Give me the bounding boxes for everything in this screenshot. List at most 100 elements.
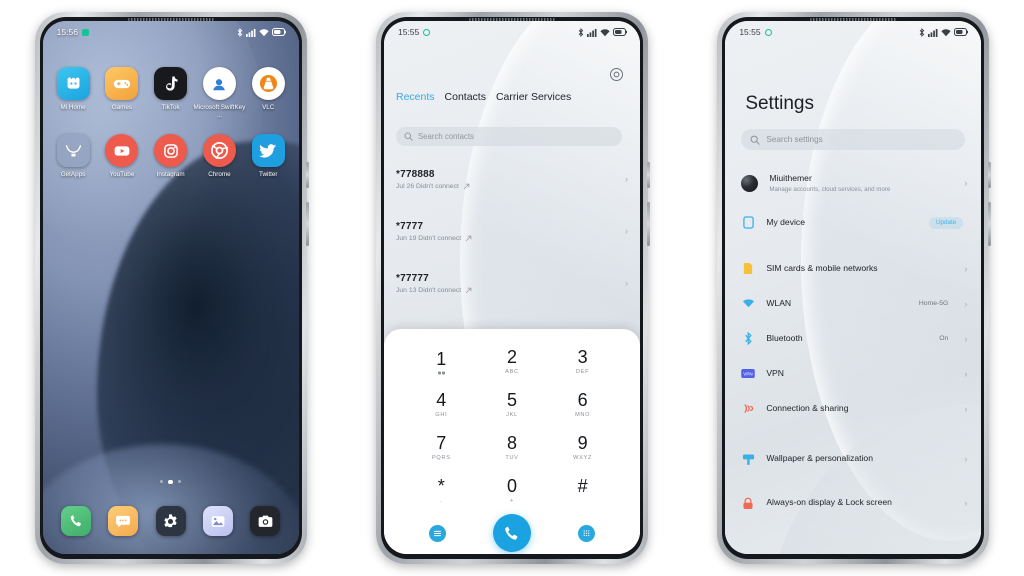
key-letters: MNO [575,412,591,418]
settings-row-account[interactable]: Miuithemer Manage accounts, cloud servic… [725,161,981,205]
page-dot-active[interactable] [168,479,173,484]
status-badge[interactable]: Update [929,216,964,229]
tiktok-icon [154,67,188,100]
swiftkey-icon [202,67,236,100]
call-log-row[interactable]: *77777 Jun 13 Didn't connect › [396,257,628,309]
call-button-icon[interactable] [492,514,531,552]
dialpad-key-0[interactable]: 0 + [477,472,548,510]
tab-contacts[interactable]: Contacts [445,91,486,103]
settings-row-wallpaper[interactable]: Wallpaper & personalization › [725,437,981,481]
chevron-right-icon[interactable]: › [964,369,967,379]
settings-row-my-device[interactable]: My device Update [725,205,981,240]
chevron-right-icon[interactable]: › [964,498,967,508]
chrome-icon [202,134,236,167]
call-detail-text: Jun 19 Didn't connect [395,234,462,242]
app-swiftkey[interactable]: Microsoft SwiftKey ... [194,67,245,120]
chevron-right-icon[interactable]: › [964,404,967,414]
chevron-right-icon[interactable]: › [964,299,967,309]
app-vlc[interactable]: VLC [245,67,291,120]
key-digit: 0 [506,476,517,496]
dialpad-key-3[interactable]: 3 DEF [547,343,618,381]
settings-row-bluetooth[interactable]: Bluetooth On › [725,321,981,356]
key-letters: PQRS [431,455,451,461]
chevron-right-icon[interactable]: › [625,226,628,236]
search-settings-input[interactable]: Search settings [741,129,966,150]
key-letters: GHI [435,412,448,418]
chevron-right-icon[interactable]: › [625,278,628,288]
settings-gear-icon[interactable] [609,67,624,82]
messages-icon[interactable] [108,506,139,536]
phone-bezel: 15:55 Settings Search settings Miuitheme… [722,17,985,559]
app-getapps[interactable]: GetApps [50,134,96,179]
battery-icon [271,28,286,36]
dialpad-key-8[interactable]: 8 TUV [477,429,548,467]
app-mi-home[interactable]: Mi Home [50,67,96,120]
dialpad-key-hash[interactable]: # [547,472,618,510]
key-letters: ABC [505,369,519,375]
phone-device-settings: 15:55 Settings Search settings Miuitheme… [717,12,992,564]
app-games[interactable]: Games [99,67,145,120]
call-log-row[interactable]: *7777 Jun 19 Didn't connect › [396,205,628,257]
settings-row-connection-sharing[interactable]: Connection & sharing › [725,391,981,426]
volume-button[interactable] [988,162,992,188]
camera-icon[interactable] [250,506,280,536]
chevron-right-icon[interactable]: › [964,178,967,188]
volume-button[interactable] [305,162,309,188]
tab-carrier-services[interactable]: Carrier Services [496,91,571,103]
status-bar-settings: 15:55 [725,21,981,43]
app-youtube[interactable]: YouTube [99,134,145,179]
settings-row-sim-cards[interactable]: SIM cards & mobile networks › [725,251,981,286]
gallery-icon[interactable] [202,506,233,536]
account-text: Miuithemer Manage accounts, cloud servic… [769,173,953,193]
dialpad-key-6[interactable]: 6 MNO [547,386,618,424]
phone-icon[interactable] [61,506,92,536]
power-button[interactable] [305,202,309,246]
account-subtitle: Manage accounts, cloud services, and mor… [769,186,891,194]
keypad-icon[interactable] [577,524,595,542]
dialpad-key-9[interactable]: 9 WXYZ [547,429,618,467]
dialpad-key-star[interactable]: * . [406,472,477,510]
settings-row-vpn[interactable]: VPN VPN › [725,356,981,391]
call-detail: Jun 19 Didn't connect [396,235,472,242]
earpiece-grille [810,18,897,21]
volume-button[interactable] [646,162,650,188]
vpn-icon: VPN [741,367,756,381]
chevron-right-icon[interactable]: › [625,174,628,184]
call-log-list-icon[interactable] [429,524,447,542]
app-label: Mi Home [60,104,86,111]
chevron-right-icon[interactable]: › [964,334,967,344]
getapps-icon [56,134,90,167]
outgoing-call-arrow-icon [465,235,472,241]
settings-row-wlan[interactable]: WLAN Home-5G › [725,286,981,321]
gamepad-icon [105,67,139,100]
page-dot[interactable] [177,479,182,483]
app-twitter[interactable]: Twitter [245,134,291,179]
avatar [741,174,759,192]
chevron-right-icon[interactable]: › [964,264,967,274]
call-log-row[interactable]: *778888 Jul 26 Didn't connect › [396,153,628,205]
dialpad-key-1[interactable]: 1 [406,343,477,381]
key-digit: 3 [577,347,588,367]
dialpad-key-7[interactable]: 7 PQRS [406,429,477,467]
status-clock: 15:56 [56,27,78,37]
phone-device-dialer: 15:55 Recents Contacts Carrier Services … [375,12,650,564]
dialpad-key-4[interactable]: 4 GHI [406,386,477,424]
dialpad-key-2[interactable]: 2 ABC [477,343,548,381]
app-chrome[interactable]: Chrome [196,134,242,179]
app-tiktok[interactable]: TikTok [148,67,194,120]
settings-item-label: Always-on display & Lock screen [766,497,892,508]
settings-row-aod-lock-screen[interactable]: Always-on display & Lock screen › [725,481,981,525]
signal-icon [586,28,597,37]
dialpad-sheet: 1 2 ABC 3 DEF 4 GHI 5 JKL 6 MNO 7 PQRS 8… [383,329,640,554]
chevron-right-icon[interactable]: › [964,454,967,464]
power-button[interactable] [988,202,992,246]
tab-recents[interactable]: Recents [396,91,435,103]
search-contacts-input[interactable]: Search contacts [395,127,622,146]
app-instagram[interactable]: Instagram [148,134,194,179]
settings-item-label: Connection & sharing [766,402,849,413]
settings-item-label: SIM cards & mobile networks [766,262,878,273]
power-button[interactable] [646,202,650,246]
dialpad-key-5[interactable]: 5 JKL [477,386,548,424]
settings-gear-icon[interactable] [155,506,186,536]
page-dot[interactable] [159,479,164,483]
